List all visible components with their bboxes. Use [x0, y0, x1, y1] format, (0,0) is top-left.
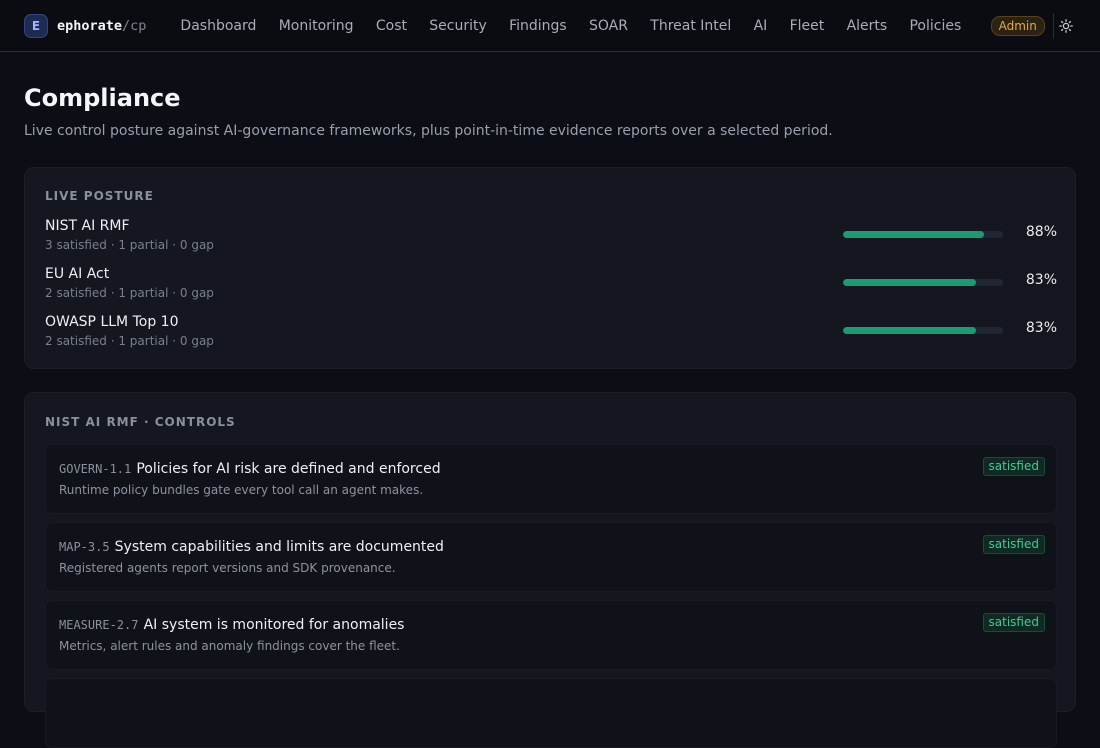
nav-item-security[interactable]: Security	[429, 18, 487, 34]
nav-item-fleet[interactable]: Fleet	[790, 18, 825, 34]
framework-name: EU AI Act	[45, 266, 110, 282]
control-description: Runtime policy bundles gate every tool c…	[59, 483, 424, 497]
section-label: NIST AI RMF · CONTROLS	[45, 415, 236, 429]
framework-row-nist-ai-rmf[interactable]: NIST AI RMF 3 satisfied · 1 partial · 0 …	[45, 218, 1057, 258]
control-id: GOVERN-1.1	[59, 462, 132, 476]
control-id: MEASURE-2.7	[59, 618, 139, 632]
brand-suffix: /cp	[122, 17, 147, 34]
page-title: Compliance	[24, 84, 181, 112]
framework-score: 83%	[1025, 320, 1057, 336]
nav-item-monitoring[interactable]: Monitoring	[279, 18, 354, 34]
nav-item-threat-intel[interactable]: Threat Intel	[650, 18, 731, 34]
framework-meta: 2 satisfied · 1 partial · 0 gap	[45, 334, 214, 348]
control-row[interactable]	[45, 678, 1057, 748]
progress-bar-fill	[843, 279, 976, 286]
control-row[interactable]: MEASURE-2.7 AI system is monitored for a…	[45, 600, 1057, 670]
control-row[interactable]: MAP-3.5 System capabilities and limits a…	[45, 522, 1057, 592]
brand-name: ephorate	[57, 17, 123, 34]
main-nav: Dashboard Monitoring Cost Security Findi…	[180, 18, 983, 34]
control-title-line: GOVERN-1.1 Policies for AI risk are defi…	[59, 458, 441, 477]
progress-bar-fill	[843, 327, 976, 334]
status-badge: satisfied	[982, 613, 1045, 632]
control-row[interactable]: GOVERN-1.1 Policies for AI risk are defi…	[45, 444, 1057, 514]
controls-card: NIST AI RMF · CONTROLS GOVERN-1.1 Polici…	[24, 392, 1076, 748]
framework-name: OWASP LLM Top 10	[45, 314, 179, 330]
framework-score: 83%	[1025, 272, 1057, 288]
nav-item-findings[interactable]: Findings	[509, 18, 567, 34]
role-badge: Admin	[990, 15, 1045, 36]
status-badge: satisfied	[982, 535, 1045, 554]
framework-score: 88%	[1025, 224, 1057, 240]
nav-item-ai[interactable]: AI	[754, 18, 768, 34]
status-badge: satisfied	[982, 457, 1045, 476]
framework-meta: 2 satisfied · 1 partial · 0 gap	[45, 286, 214, 300]
brand-logo: E	[24, 13, 48, 38]
section-label: LIVE POSTURE	[45, 189, 154, 203]
brand[interactable]: E ephorate/cp	[24, 13, 147, 38]
control-title: System capabilities and limits are docum…	[114, 539, 444, 555]
nav-item-policies[interactable]: Policies	[909, 18, 961, 34]
page-subtitle: Live control posture against AI-governan…	[24, 123, 833, 139]
progress-bar	[843, 231, 1003, 238]
control-id: MAP-3.5	[59, 540, 110, 554]
control-title: AI system is monitored for anomalies	[143, 617, 405, 633]
progress-bar	[843, 327, 1003, 334]
control-title-line: MEASURE-2.7 AI system is monitored for a…	[59, 614, 404, 633]
framework-name: NIST AI RMF	[45, 218, 130, 234]
nav-item-dashboard[interactable]: Dashboard	[180, 18, 256, 34]
live-posture-card: LIVE POSTURE NIST AI RMF 3 satisfied · 1…	[24, 167, 1076, 369]
nav-item-alerts[interactable]: Alerts	[847, 18, 888, 34]
control-description: Metrics, alert rules and anomaly finding…	[59, 639, 400, 653]
nav-item-soar[interactable]: SOAR	[589, 18, 628, 34]
sun-icon	[1059, 18, 1074, 33]
framework-row-eu-ai-act[interactable]: EU AI Act 2 satisfied · 1 partial · 0 ga…	[45, 266, 1057, 306]
control-description: Registered agents report versions and SD…	[59, 561, 396, 575]
top-nav-bar: E ephorate/cp Dashboard Monitoring Cost …	[0, 0, 1100, 52]
framework-meta: 3 satisfied · 1 partial · 0 gap	[45, 238, 214, 252]
progress-bar-fill	[843, 231, 984, 238]
control-title: Policies for AI risk are defined and enf…	[136, 461, 441, 477]
framework-row-owasp-llm-top-10[interactable]: OWASP LLM Top 10 2 satisfied · 1 partial…	[45, 314, 1057, 354]
theme-toggle-button[interactable]	[1052, 12, 1079, 39]
nav-item-cost[interactable]: Cost	[376, 18, 407, 34]
control-title-line: MAP-3.5 System capabilities and limits a…	[59, 536, 444, 555]
progress-bar	[843, 279, 1003, 286]
